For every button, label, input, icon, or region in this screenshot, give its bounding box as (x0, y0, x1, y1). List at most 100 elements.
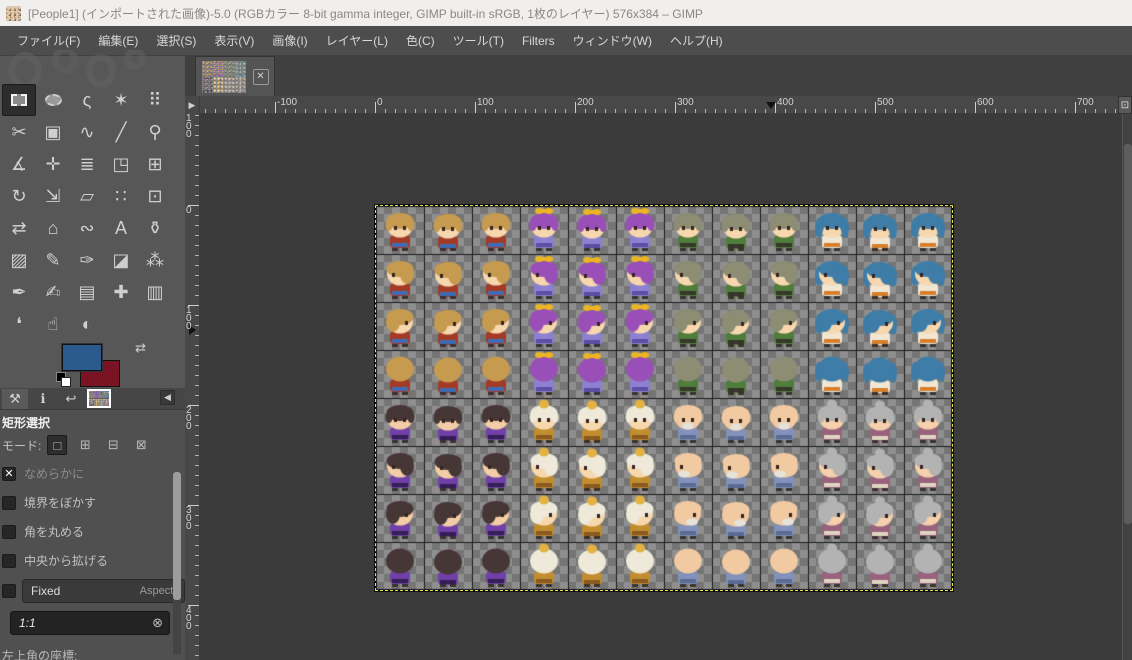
cage-transform-tool-icon[interactable]: ⌂ (36, 212, 70, 244)
free-select-tool-icon[interactable]: ς (70, 84, 104, 116)
paintbrush-tool-icon[interactable]: ✑ (70, 244, 104, 276)
position-label: 左上角の座標: (2, 649, 78, 660)
menu-item[interactable]: ツール(T) (444, 26, 513, 55)
window-title: [People1] (インポートされた画像)-5.0 (RGBカラー 8-bit… (28, 6, 703, 21)
perspective-clone-tool-icon[interactable]: ▥ (138, 276, 172, 308)
rotate-tool-icon[interactable]: ↻ (2, 180, 36, 212)
mode-add-button[interactable]: ⊞ (75, 435, 95, 455)
checkbox-label: 角を丸める (24, 525, 85, 539)
shear-tool-icon[interactable]: ▱ (70, 180, 104, 212)
bucket-fill-tool-icon[interactable]: ⚱ (138, 212, 172, 244)
option-row: 中央から拡げる (0, 546, 185, 575)
vertical-scrollbar[interactable] (1122, 114, 1132, 660)
mode-label: モード: (2, 438, 42, 453)
align-tool-icon[interactable]: ≣ (70, 148, 104, 180)
tool-options-scrollbar[interactable] (173, 472, 181, 654)
dock-tab-bar: ⚒ ℹ ↩ (0, 388, 185, 410)
blur-sharpen-tool-icon[interactable]: ❛ (2, 308, 36, 340)
canvas-column: ✕ ▶ -100 0 100 200 300 400 500 600 700 ⊡ - 1 0 0… (185, 56, 1132, 660)
sprite-sheet-image[interactable] (376, 206, 952, 590)
title-bar: [People1] (インポートされた画像)-5.0 (RGBカラー 8-bit… (0, 0, 1132, 26)
menu-item[interactable]: 画像(I) (263, 26, 316, 55)
mypaint-brush-tool-icon[interactable]: ✍ (36, 276, 70, 308)
fuzzy-select-tool-icon[interactable]: ✶ (104, 84, 138, 116)
ruler-tick-label: -100 (277, 97, 298, 108)
checkbox[interactable]: ✕ (2, 466, 16, 481)
ellipse-select-tool-icon[interactable] (36, 84, 70, 116)
measure-tool-icon[interactable]: ∡ (2, 148, 36, 180)
crop-tool-icon[interactable]: ◳ (104, 148, 138, 180)
pencil-tool-icon[interactable]: ✎ (36, 244, 70, 276)
checkbox-label: 境界をぼかす (24, 496, 97, 510)
text-tool-icon[interactable]: A (104, 212, 138, 244)
fixed-dropdown-value: Fixed (31, 584, 61, 598)
flip-tool-icon[interactable]: ⇄ (2, 212, 36, 244)
clear-input-icon[interactable]: ⊗ (152, 615, 163, 631)
gradient-tool-icon[interactable]: ▨ (2, 244, 36, 276)
image-tab[interactable]: ✕ (195, 56, 275, 96)
warp-transform-tool-icon[interactable]: ∾ (70, 212, 104, 244)
ruler-corner-menu-button[interactable]: ▶ (185, 96, 200, 114)
scale-tool-icon[interactable]: ⇲ (36, 180, 70, 212)
checkbox-label: なめらかに (24, 467, 85, 481)
vertical-ruler[interactable]: - 1 0 0 0 1 0 0 2 0 0 3 0 0 4 0 0 (185, 114, 200, 660)
menu-item[interactable]: レイヤー(L) (317, 26, 397, 55)
canvas-viewport[interactable] (200, 114, 1122, 660)
undo-history-dock-tab[interactable]: ↩ (58, 389, 84, 409)
close-tab-icon[interactable]: ✕ (252, 68, 269, 85)
menu-item[interactable]: 表示(V) (205, 26, 263, 55)
select-by-color-tool-icon[interactable]: ⠿ (138, 84, 172, 116)
tool-options-title: 矩形選択 (2, 416, 51, 430)
images-dock-tab[interactable] (86, 389, 112, 409)
ruler-tick-label: 1 0 0 (186, 305, 192, 332)
ruler-tick-label: 300 (677, 97, 694, 108)
mode-intersect-button[interactable]: ⊠ (131, 435, 151, 455)
ruler-tick-label: 700 (1077, 97, 1094, 108)
unified-transform-tool-icon[interactable]: ⊞ (138, 148, 172, 180)
zoom-follow-window-button[interactable]: ⊡ (1118, 96, 1132, 114)
ink-tool-icon[interactable]: ✒ (2, 276, 36, 308)
handle-transform-tool-icon[interactable]: ∷ (104, 180, 138, 212)
checkbox[interactable] (2, 524, 16, 539)
horizontal-ruler[interactable]: -100 0 100 200 300 400 500 600 700 (200, 96, 1118, 114)
mode-replace-button[interactable]: □ (47, 435, 68, 455)
menu-item[interactable]: Filters (513, 28, 564, 54)
scissors-select-tool-icon[interactable]: ✂ (2, 116, 36, 148)
tool-options-panel: 矩形選択 モード: □ ⊞ ⊟ ⊠ ✕ なめらかに 境界をぼかす 角を丸める 中央から拡げる … (0, 410, 185, 660)
toolbox-panel: ς ✶ ⠿ ✂ ▣ ∿ ╱ ⚲ ∡ ✛ ≣ ◳ ⊞ ↻ ⇲ ▱ ∷ ⊡ ⇄ ⌂ ∾ A ⚱ ▨ ✎ ✑ ◪ ⁂ ✒ ✍ ▤ ✚ ▥ ❛ ☝ ◐ ⇄ ⚒… (0, 50, 185, 660)
fixed-checkbox[interactable] (2, 584, 16, 598)
rectangle-select-tool-icon[interactable] (2, 84, 36, 116)
ruler-tick-label: 200 (577, 97, 594, 108)
ruler-tick-label: 0 (377, 97, 383, 108)
ruler-tick-label: 3 0 0 (186, 505, 192, 532)
foreground-select-tool-icon[interactable]: ▣ (36, 116, 70, 148)
swap-colors-icon[interactable]: ⇄ (135, 340, 146, 356)
smudge-tool-icon[interactable]: ☝ (36, 308, 70, 340)
gimp-app-icon (6, 5, 21, 21)
menu-item[interactable]: 色(C) (397, 26, 444, 55)
dock-collapse-button[interactable]: ◀ (160, 390, 175, 405)
foreground-color-swatch[interactable] (62, 344, 102, 371)
checkbox[interactable] (2, 553, 16, 568)
3d-transform-tool-icon[interactable]: ⊡ (138, 180, 172, 212)
zoom-tool-icon[interactable]: ⚲ (138, 116, 172, 148)
device-status-dock-tab[interactable]: ℹ (30, 389, 56, 409)
paths-tool-icon[interactable]: ∿ (70, 116, 104, 148)
aspect-ratio-input[interactable]: 1:1 ⊗ (10, 611, 170, 635)
fixed-dropdown[interactable]: Fixed Aspect r (22, 579, 185, 603)
tool-options-dock-tab[interactable]: ⚒ (2, 388, 28, 409)
eraser-tool-icon[interactable]: ◪ (104, 244, 138, 276)
move-tool-icon[interactable]: ✛ (36, 148, 70, 180)
dodge-burn-tool-icon[interactable]: ◐ (70, 308, 104, 340)
ruler-tick-label: 4 0 0 (186, 605, 192, 632)
menu-item[interactable]: ヘルプ(H) (661, 26, 732, 55)
ruler-tick-label: 500 (877, 97, 894, 108)
heal-tool-icon[interactable]: ✚ (104, 276, 138, 308)
checkbox[interactable] (2, 495, 16, 510)
mode-subtract-button[interactable]: ⊟ (103, 435, 123, 455)
color-picker-tool-icon[interactable]: ╱ (104, 116, 138, 148)
ruler-tick-label: 400 (777, 97, 794, 108)
menu-item[interactable]: ウィンドウ(W) (564, 26, 661, 55)
airbrush-tool-icon[interactable]: ⁂ (138, 244, 172, 276)
clone-tool-icon[interactable]: ▤ (70, 276, 104, 308)
